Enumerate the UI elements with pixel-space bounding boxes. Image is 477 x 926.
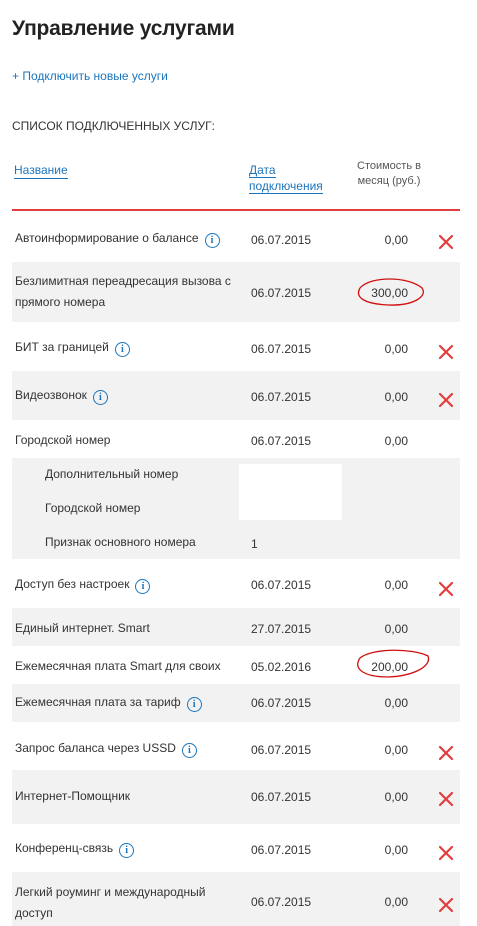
info-icon[interactable]: i xyxy=(92,390,108,405)
sub-row-label: Городской номер xyxy=(45,501,141,515)
service-name: Доступ без настроек xyxy=(15,577,130,591)
info-icon[interactable]: i xyxy=(186,697,202,712)
info-icon[interactable]: i xyxy=(135,579,151,594)
column-header-date-label: Дата подключения xyxy=(249,163,323,194)
table-row: Городской номер 06.07.2015 0,00 xyxy=(12,420,460,458)
services-list-heading: СПИСОК ПОДКЛЮЧЕННЫХ УСЛУГ: xyxy=(12,119,215,133)
service-name: Единый интернет. Smart xyxy=(15,621,150,635)
service-name: Видеозвонок xyxy=(15,388,87,402)
table-row: БИТ за границей i 06.07.2015 0,00 xyxy=(12,322,460,371)
service-name: Автоинформирование о балансе xyxy=(15,231,199,245)
table-row: Безлимитная переадресация вызова с прямо… xyxy=(12,262,460,322)
info-icon[interactable]: i xyxy=(114,342,130,357)
connection-date: 06.07.2015 xyxy=(251,696,312,710)
service-name: Интернет-Помощник xyxy=(15,789,131,803)
service-name: Городской номер xyxy=(15,433,111,447)
add-services-link[interactable]: + Подключить новые услуги xyxy=(12,69,168,83)
column-header-cost-line2: месяц (руб.) xyxy=(357,175,421,187)
service-name-cell: Легкий роуминг и международный доступ xyxy=(15,882,241,924)
table-row: Запрос баланса через USSD i 06.07.2015 0,… xyxy=(12,722,460,770)
sub-row-value: 1 xyxy=(251,537,258,551)
table-row: Единый интернет. Smart 27.07.2015 0,00 xyxy=(12,608,460,646)
page-title: Управление услугами xyxy=(12,17,235,40)
sub-row-label: Признак основного номера xyxy=(45,535,196,549)
header-divider xyxy=(12,209,460,211)
delete-icon[interactable] xyxy=(438,344,454,360)
monthly-cost: 0,00 xyxy=(384,622,408,636)
monthly-cost: 0,00 xyxy=(384,434,408,448)
service-name-line1: Безлимитная переадресация вызова с xyxy=(15,274,231,288)
service-name-cell: Безлимитная переадресация вызова с прямо… xyxy=(15,271,241,313)
table-row: Ежемесячная плата за тариф i 06.07.2015 0… xyxy=(12,684,460,722)
table-row: Интернет-Помощник 06.07.2015 0,00 xyxy=(12,770,460,824)
service-name-line1: Легкий роуминг и международный xyxy=(15,885,206,899)
connection-date: 06.07.2015 xyxy=(251,286,312,300)
monthly-cost: 0,00 xyxy=(384,843,408,857)
monthly-cost: 0,00 xyxy=(384,743,408,757)
column-header-name[interactable]: Название xyxy=(14,162,68,179)
monthly-cost: 0,00 xyxy=(384,233,408,247)
connection-date: 06.07.2015 xyxy=(251,390,312,404)
connection-date: 06.07.2015 xyxy=(251,790,312,804)
connection-date: 05.02.2016 xyxy=(251,660,312,674)
column-header-date[interactable]: Дата подключения xyxy=(249,162,329,194)
service-name-cell: Ежемесячная плата за тариф i xyxy=(15,692,241,713)
service-name-cell: Конференц-связь i xyxy=(15,838,241,859)
service-name: Запрос баланса через USSD xyxy=(15,741,176,755)
service-name-cell: БИТ за границей i xyxy=(15,337,241,358)
hand-drawn-circle xyxy=(357,649,430,678)
services-table: Автоинформирование о балансе i 06.07.2015… xyxy=(12,212,460,926)
connection-date: 06.07.2015 xyxy=(251,233,312,247)
monthly-cost: 0,00 xyxy=(384,390,408,404)
delete-icon[interactable] xyxy=(438,845,454,861)
service-name: БИТ за границей xyxy=(15,340,109,354)
table-row: Автоинформирование о балансе i 06.07.2015… xyxy=(12,212,460,262)
delete-icon[interactable] xyxy=(438,581,454,597)
delete-icon[interactable] xyxy=(438,392,454,408)
service-name: Ежемесячная плата Smart для своих xyxy=(15,659,221,673)
connection-date: 06.07.2015 xyxy=(251,895,312,909)
delete-icon[interactable] xyxy=(438,791,454,807)
service-name-cell: Видеозвонок i xyxy=(15,385,241,406)
sub-row-label: Дополнительный номер xyxy=(45,467,179,481)
info-icon[interactable]: i xyxy=(119,843,135,858)
service-name-line2: прямого номера xyxy=(15,295,106,309)
monthly-cost: 0,00 xyxy=(384,342,408,356)
service-name-cell: Запрос баланса через USSD i xyxy=(15,738,241,759)
connection-date: 06.07.2015 xyxy=(251,434,312,448)
connection-date: 06.07.2015 xyxy=(251,578,312,592)
service-name: Конференц-связь xyxy=(15,841,114,855)
connection-date: 06.07.2015 xyxy=(251,743,312,757)
delete-icon[interactable] xyxy=(438,234,454,250)
monthly-cost: 0,00 xyxy=(384,790,408,804)
table-row: Видеозвонок i 06.07.2015 0,00 xyxy=(12,371,460,420)
hand-drawn-circle xyxy=(357,278,424,306)
column-header-cost: Стоимость в месяц (руб.) xyxy=(340,159,438,189)
info-icon[interactable]: i xyxy=(204,233,220,248)
connection-date: 06.07.2015 xyxy=(251,843,312,857)
connection-date: 27.07.2015 xyxy=(251,622,312,636)
service-name: Ежемесячная плата за тариф xyxy=(15,695,181,709)
table-row: Конференц-связь i 06.07.2015 0,00 xyxy=(12,824,460,872)
sub-rows-block: Дополнительный номер Городской номер При… xyxy=(12,458,460,559)
table-row: Легкий роуминг и международный доступ 06… xyxy=(12,872,460,926)
column-header-cost-line1: Стоимость в xyxy=(357,160,421,172)
delete-icon[interactable] xyxy=(438,897,454,913)
connection-date: 06.07.2015 xyxy=(251,342,312,356)
info-icon[interactable]: i xyxy=(181,743,197,758)
service-name-cell: Доступ без настроек i xyxy=(15,574,241,595)
service-name-line2: доступ xyxy=(15,906,53,920)
monthly-cost: 0,00 xyxy=(384,696,408,710)
table-row: Доступ без настроек i 06.07.2015 0,00 xyxy=(12,559,460,608)
service-name-cell: Автоинформирование о балансе i xyxy=(15,228,241,249)
table-row: Ежемесячная плата Smart для своих 05.02.… xyxy=(12,646,460,684)
monthly-cost: 0,00 xyxy=(384,578,408,592)
delete-icon[interactable] xyxy=(438,745,454,761)
monthly-cost: 0,00 xyxy=(384,895,408,909)
